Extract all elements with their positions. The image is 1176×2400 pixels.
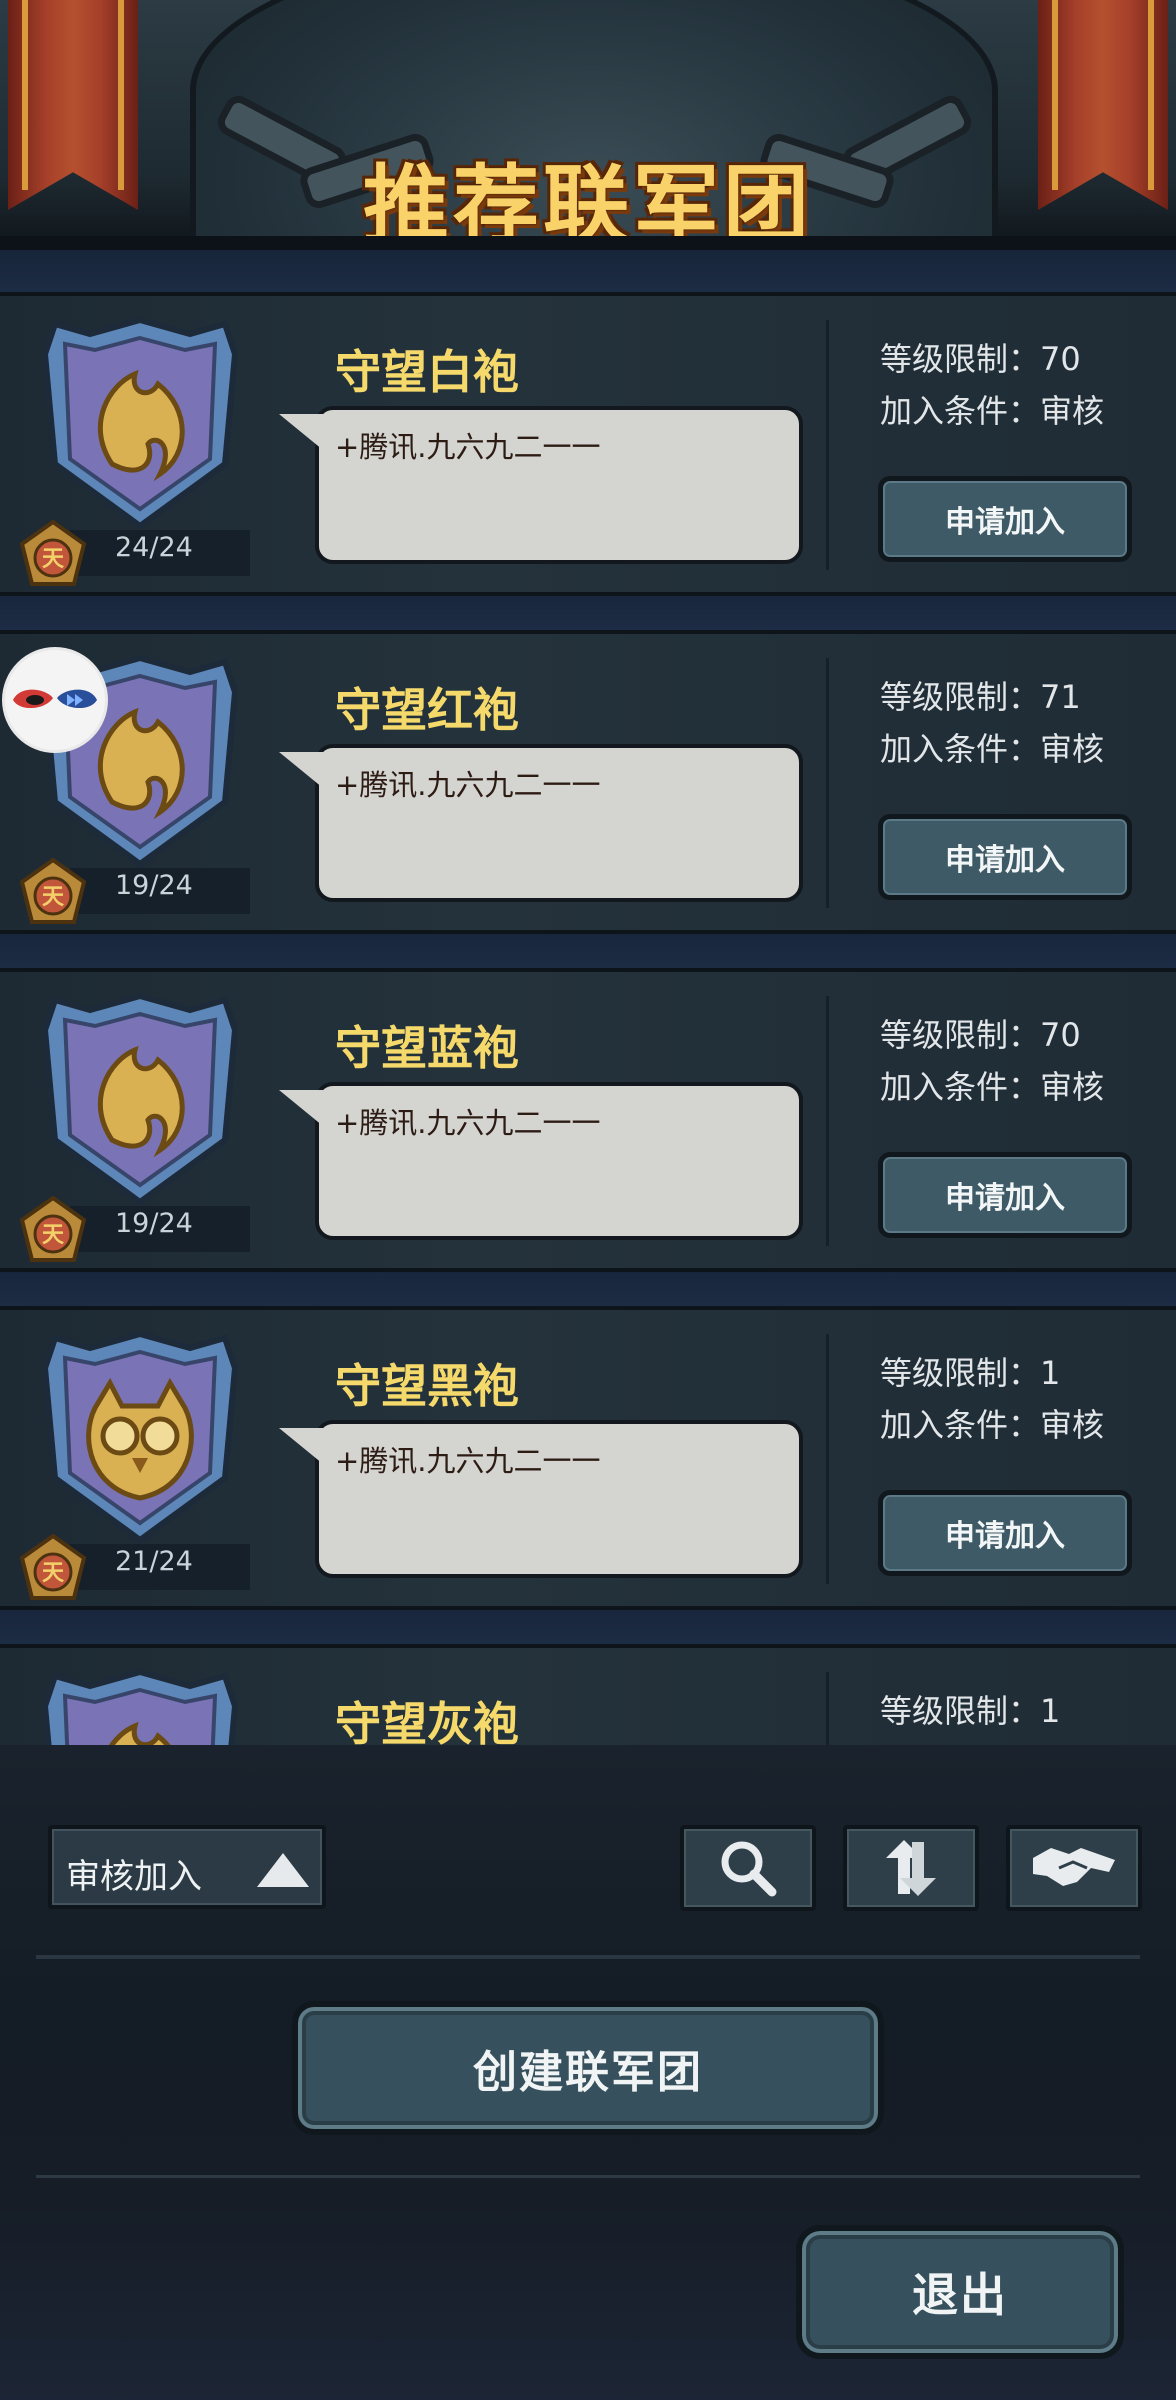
apply-join-button[interactable]: 申请加入 bbox=[878, 1152, 1132, 1238]
divider-line bbox=[36, 2175, 1140, 2178]
row-divider bbox=[826, 1334, 829, 1584]
row-divider bbox=[826, 658, 829, 908]
guild-message-bubble: +腾讯.九六九二一一 bbox=[279, 1420, 803, 1578]
guild-message: +腾讯.九六九二一一 bbox=[335, 768, 601, 802]
join-condition: 加入条件：审核 bbox=[880, 730, 1105, 768]
refresh-button[interactable] bbox=[843, 1825, 979, 1911]
guild-row[interactable]: 天 24/24 守望白袍 +腾讯.九六九二一一 等级限制：70 加入条件：审核 … bbox=[0, 292, 1176, 596]
guild-list[interactable]: 天 24/24 守望白袍 +腾讯.九六九二一一 等级限制：70 加入条件：审核 … bbox=[0, 250, 1176, 1745]
guild-name: 守望白袍 bbox=[335, 345, 519, 399]
guild-name: 守望灰袍 bbox=[335, 1697, 519, 1745]
refresh-icon bbox=[886, 1840, 936, 1896]
guild-name: 守望黑袍 bbox=[335, 1359, 519, 1413]
triangle-up-icon bbox=[257, 1853, 309, 1887]
apply-join-button[interactable]: 申请加入 bbox=[878, 814, 1132, 900]
level-limit: 等级限制：71 bbox=[880, 678, 1081, 716]
divider-line bbox=[36, 1955, 1140, 1959]
guild-row[interactable]: 天 19/24 守望红袍 +腾讯.九六九二一一 等级限制：71 加入条件：审核 … bbox=[0, 630, 1176, 934]
row-divider bbox=[826, 996, 829, 1246]
guild-name: 守望红袍 bbox=[335, 683, 519, 737]
level-limit: 等级限制：70 bbox=[880, 340, 1081, 378]
guild-name: 守望蓝袍 bbox=[335, 1021, 519, 1075]
guild-message: +腾讯.九六九二一一 bbox=[335, 430, 601, 464]
header: 推荐联军团 bbox=[0, 0, 1176, 250]
svg-text:天: 天 bbox=[42, 547, 65, 572]
guild-row[interactable]: 天 21/24 守望黑袍 +腾讯.九六九二一一 等级限制：1 加入条件：审核 申… bbox=[0, 1306, 1176, 1610]
apply-join-button[interactable]: 申请加入 bbox=[878, 1490, 1132, 1576]
owl-emblem-icon bbox=[41, 1330, 239, 1544]
guild-message-bubble: +腾讯.九六九二一一 bbox=[279, 1082, 803, 1240]
guild-message: +腾讯.九六九二一一 bbox=[335, 1444, 601, 1478]
handshake-button[interactable] bbox=[1006, 1825, 1142, 1911]
search-icon bbox=[721, 1841, 777, 1897]
member-count: 19/24 bbox=[115, 870, 193, 901]
row-divider bbox=[826, 320, 829, 570]
join-filter-label: 审核加入 bbox=[66, 1857, 202, 1897]
guild-row[interactable]: 天 19/24 守望蓝袍 +腾讯.九六九二一一 等级限制：70 加入条件：审核 … bbox=[0, 968, 1176, 1272]
flame-emblem-icon bbox=[41, 316, 239, 530]
member-count: 21/24 bbox=[115, 1546, 193, 1577]
flame-emblem-icon bbox=[41, 1668, 239, 1745]
rank-badge-icon: 天 bbox=[19, 520, 87, 586]
header-divider bbox=[0, 236, 1176, 250]
page-title: 推荐联军团 bbox=[363, 156, 813, 250]
rank-badge-icon: 天 bbox=[19, 1534, 87, 1600]
create-guild-button[interactable]: 创建联军团 bbox=[292, 2001, 884, 2135]
row-separator bbox=[0, 250, 1176, 292]
exit-button[interactable]: 退出 bbox=[796, 2225, 1124, 2359]
handshake-icon bbox=[1033, 1848, 1115, 1886]
join-condition: 加入条件：审核 bbox=[880, 1068, 1105, 1106]
search-button[interactable] bbox=[680, 1825, 816, 1911]
level-limit: 等级限制：1 bbox=[880, 1692, 1061, 1730]
flame-emblem-icon bbox=[41, 992, 239, 1206]
join-filter-dropdown[interactable]: 审核加入 bbox=[48, 1825, 326, 1909]
rank-badge-icon: 天 bbox=[19, 858, 87, 924]
bottom-panel: 审核加入 创建联军团 退出 bbox=[0, 1745, 1176, 2400]
rank-badge-icon: 天 bbox=[19, 1196, 87, 1262]
floating-avatar-icon[interactable] bbox=[5, 650, 105, 750]
level-limit: 等级限制：70 bbox=[880, 1016, 1081, 1054]
apply-join-button[interactable]: 申请加入 bbox=[878, 476, 1132, 562]
row-divider bbox=[826, 1672, 829, 1745]
level-limit: 等级限制：1 bbox=[880, 1354, 1061, 1392]
member-count: 19/24 bbox=[115, 1208, 193, 1239]
guild-row[interactable]: 守望灰袍 等级限制：1 bbox=[0, 1644, 1176, 1745]
join-condition: 加入条件：审核 bbox=[880, 1406, 1105, 1444]
svg-text:天: 天 bbox=[42, 885, 65, 910]
guild-message: +腾讯.九六九二一一 bbox=[335, 1106, 601, 1140]
guild-message-bubble: +腾讯.九六九二一一 bbox=[279, 744, 803, 902]
svg-text:天: 天 bbox=[42, 1223, 65, 1248]
guild-message-bubble: +腾讯.九六九二一一 bbox=[279, 406, 803, 564]
member-count: 24/24 bbox=[115, 532, 193, 563]
svg-text:天: 天 bbox=[42, 1561, 65, 1586]
join-condition: 加入条件：审核 bbox=[880, 392, 1105, 430]
